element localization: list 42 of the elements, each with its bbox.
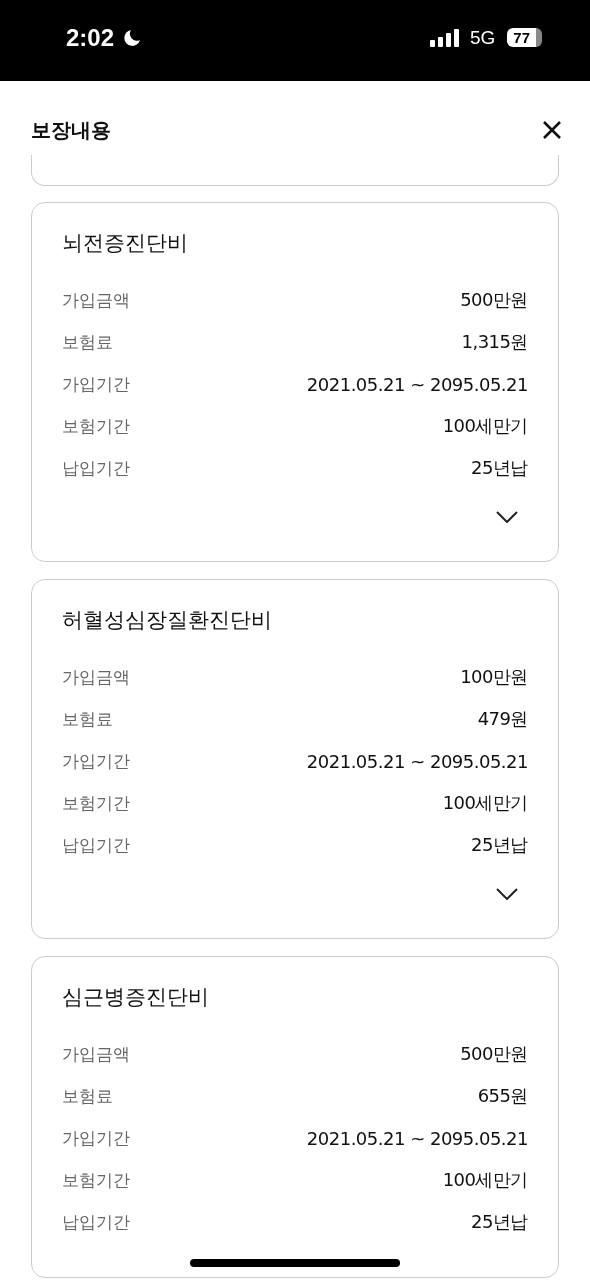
field-value: 25년납 xyxy=(471,456,528,480)
network-label: 5G xyxy=(469,26,496,49)
field-label: 가입기간 xyxy=(62,1126,130,1150)
field-label: 가입금액 xyxy=(62,1042,130,1066)
field-label: 보험료 xyxy=(62,707,113,731)
coverage-title: 뇌전증진단비 xyxy=(62,230,189,257)
coverage-title: 허혈성심장질환진단비 xyxy=(62,607,273,634)
field-value: 655원 xyxy=(477,1084,528,1108)
field-value: 500만원 xyxy=(460,1042,528,1066)
field-label: 보험료 xyxy=(62,1084,113,1108)
moon-icon xyxy=(122,27,143,48)
page-title: 보장내용 xyxy=(31,116,112,144)
field-label: 납입기간 xyxy=(62,1210,130,1234)
field-label: 보험기간 xyxy=(62,414,130,438)
field-label: 납입기간 xyxy=(62,833,130,857)
field-value: 25년납 xyxy=(471,833,528,857)
field-value: 25년납 xyxy=(471,1210,528,1234)
field-value: 100세만기 xyxy=(442,414,528,438)
signal-icon xyxy=(429,28,460,47)
field-value: 2021.05.21 ~ 2095.05.21 xyxy=(306,750,528,772)
field-label: 가입기간 xyxy=(62,372,130,396)
field-label: 가입기간 xyxy=(62,749,130,773)
field-label: 보험기간 xyxy=(62,791,130,815)
field-value: 479원 xyxy=(477,707,528,731)
field-value: 100세만기 xyxy=(442,791,528,815)
coverage-title: 심근병증진단비 xyxy=(62,984,210,1011)
field-value: 100만원 xyxy=(460,665,528,689)
battery-indicator: 77 xyxy=(507,28,542,47)
chevron-down-icon xyxy=(496,888,518,900)
close-icon xyxy=(542,120,562,140)
field-value: 500만원 xyxy=(460,288,528,312)
field-label: 보험기간 xyxy=(62,1168,130,1192)
field-label: 가입금액 xyxy=(62,288,130,312)
field-value: 2021.05.21 ~ 2095.05.21 xyxy=(306,373,528,395)
field-value: 2021.05.21 ~ 2095.05.21 xyxy=(306,1127,528,1149)
chevron-down-icon xyxy=(496,511,518,523)
clock-time: 2:02 xyxy=(66,23,115,52)
field-label: 가입금액 xyxy=(62,665,130,689)
field-label: 보험료 xyxy=(62,330,113,354)
field-value: 1,315원 xyxy=(461,330,528,354)
field-label: 납입기간 xyxy=(62,456,130,480)
field-value: 100세만기 xyxy=(442,1168,528,1192)
